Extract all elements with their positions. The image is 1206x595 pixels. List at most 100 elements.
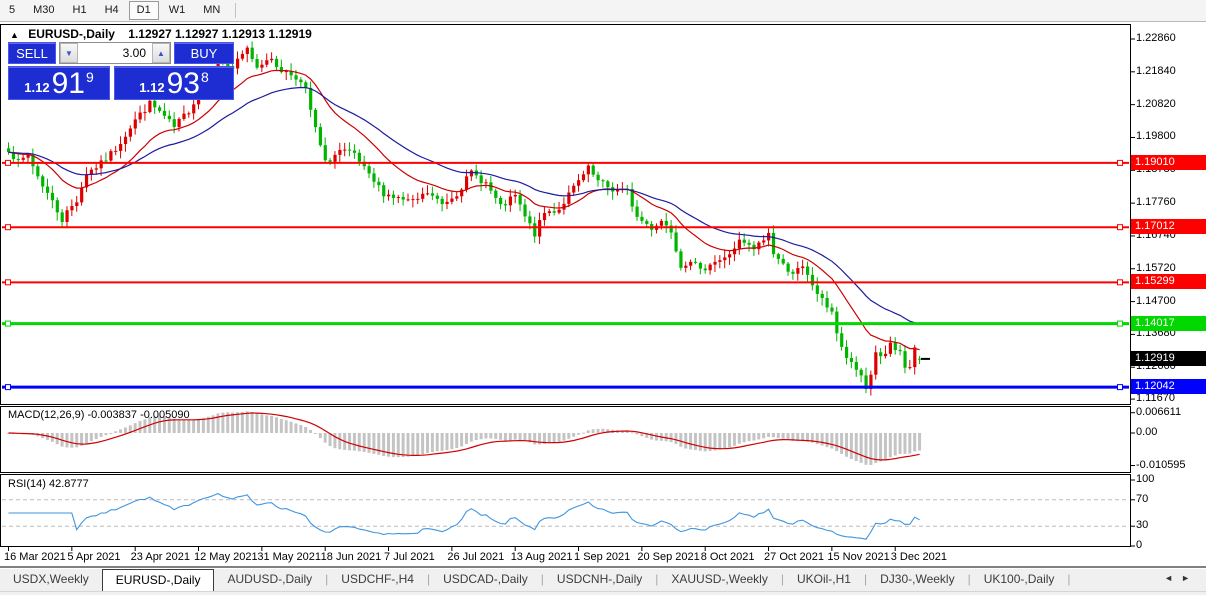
bottom-tab-usdx[interactable]: USDX,Weekly [0, 569, 102, 591]
price-level-label[interactable]: 1.15299 [1131, 274, 1206, 290]
bottom-tab-ukoil-[interactable]: UKOil-,H1 [784, 569, 864, 591]
macd-histogram-bar [445, 433, 449, 451]
sell-button[interactable]: SELL [8, 42, 56, 64]
bottom-tab-usdchf-[interactable]: USDCHF-,H4 [328, 569, 427, 591]
macd-histogram-bar [430, 433, 434, 453]
candle-up [464, 176, 469, 190]
chart-title: ▲ EURUSD-,Daily 1.12927 1.12927 1.12913 … [10, 27, 312, 41]
line-handle[interactable] [5, 384, 11, 391]
candle-up [260, 64, 264, 68]
price-level-label[interactable]: 1.19010 [1131, 154, 1206, 170]
candle-down [840, 333, 844, 347]
price-level-label[interactable]: 1.17012 [1131, 219, 1206, 235]
macd-histogram-bar [674, 433, 678, 445]
macd-histogram-bar [201, 417, 205, 433]
macd-histogram-bar [669, 433, 673, 443]
macd-histogram-bar [333, 433, 337, 449]
candle-down [158, 107, 162, 111]
rsi-tick-label: 70 [1136, 492, 1149, 505]
bottom-tab-eurusd-[interactable]: EURUSD-,Daily [101, 569, 215, 591]
candle-up [542, 213, 547, 221]
line-handle[interactable] [5, 279, 11, 286]
bottom-tab-usdcad-[interactable]: USDCAD-,Daily [430, 569, 541, 591]
macd-histogram-bar [367, 433, 371, 453]
line-handle[interactable] [5, 320, 11, 327]
line-handle[interactable] [5, 159, 11, 166]
macd-histogram-bar [533, 433, 537, 445]
candle-down [918, 358, 922, 360]
mt4-window: 5 M30 H1 H4 D1 W1 MN ▲ EURUSD-,Daily 1.12927 1… [0, 0, 1206, 595]
candle-up [883, 353, 888, 357]
line-handle[interactable] [1117, 320, 1123, 327]
one-click-trading-panel: SELL ▼ 3.00 ▲ BUY 1.12 91 9 1.12 93 8 [8, 42, 234, 100]
macd-histogram-bar [572, 433, 576, 437]
macd-histogram-bar [835, 433, 839, 452]
bottom-tab-audusd-[interactable]: AUDUSD-,Daily [214, 569, 325, 591]
candle-up [577, 180, 581, 186]
candle-up [484, 182, 488, 184]
macd-histogram-bar [859, 433, 863, 463]
candle-down [903, 351, 907, 368]
macd-histogram-bar [830, 433, 834, 449]
candle-down [820, 293, 824, 298]
price-level-label[interactable]: 1.14017 [1131, 315, 1206, 331]
buy-button[interactable]: BUY [174, 42, 234, 64]
candle-down [255, 59, 259, 68]
macd-histogram-bar [698, 433, 702, 451]
macd-histogram-bar [435, 433, 439, 452]
price-tick-label: 1.19800 [1136, 130, 1176, 143]
candle-up [26, 155, 30, 158]
macd-histogram-bar [888, 433, 892, 458]
buy-price-main: 93 [166, 67, 200, 100]
candle-down [41, 176, 45, 187]
macd-histogram-bar [309, 429, 313, 433]
line-handle[interactable] [1117, 384, 1123, 391]
candle-down [435, 195, 439, 199]
macd-histogram-bar [99, 433, 103, 437]
bottom-tab-dj30-[interactable]: DJ30-,Weekly [867, 569, 967, 591]
macd-histogram-bar [844, 433, 848, 457]
line-handle[interactable] [5, 224, 11, 231]
collapse-chart-icon[interactable]: ▲ [10, 30, 19, 40]
tab-scroll-right-icon[interactable]: ► [1181, 573, 1198, 583]
volume-increase-button[interactable]: ▲ [152, 43, 170, 63]
macd-histogram-bar [123, 427, 127, 433]
candle-up [586, 165, 590, 175]
sell-price-display[interactable]: 1.12 91 9 [8, 66, 110, 100]
macd-histogram-bar [455, 433, 459, 449]
date-label: 8 Oct 2021 [700, 551, 755, 563]
macd-histogram-bar [693, 433, 697, 451]
macd-histogram-bar [382, 433, 386, 457]
macd-histogram-bar [898, 433, 902, 455]
candle-down [50, 192, 55, 201]
macd-histogram-bar [479, 433, 483, 440]
date-label: 7 Jul 2021 [384, 551, 435, 563]
candle-down [313, 109, 318, 128]
macd-histogram-bar [494, 433, 498, 439]
candle-down [844, 346, 849, 358]
macd-histogram-bar [552, 433, 556, 443]
macd-histogram-bar [114, 431, 118, 433]
macd-histogram-bar [742, 433, 746, 443]
macd-histogram-bar [893, 433, 897, 456]
date-label: 12 May 2021 [194, 551, 258, 563]
macd-histogram-bar [313, 433, 317, 434]
candle-up [128, 128, 132, 137]
price-level-label[interactable]: 1.12042 [1131, 379, 1206, 395]
volume-decrease-button[interactable]: ▼ [60, 43, 78, 63]
buy-price-display[interactable]: 1.12 93 8 [114, 66, 234, 100]
candle-down [382, 185, 386, 197]
volume-input[interactable]: 3.00 [78, 43, 152, 63]
bottom-tab-uk100-[interactable]: UK100-,Daily [971, 569, 1068, 591]
tab-scroll-left-icon[interactable]: ◄ [1164, 573, 1181, 583]
date-label: 23 Apr 2021 [130, 551, 191, 563]
macd-histogram-bar [854, 433, 858, 462]
macd-histogram-bar [94, 433, 98, 440]
bottom-tab-usdcnh-[interactable]: USDCNH-,Daily [544, 569, 655, 591]
line-handle[interactable] [1117, 224, 1123, 231]
line-handle[interactable] [1117, 159, 1123, 166]
bottom-tab-xauusd-[interactable]: XAUUSD-,Weekly [658, 569, 780, 591]
candle-down [323, 145, 327, 161]
macd-histogram-bar [913, 433, 917, 452]
line-handle[interactable] [1117, 279, 1123, 286]
